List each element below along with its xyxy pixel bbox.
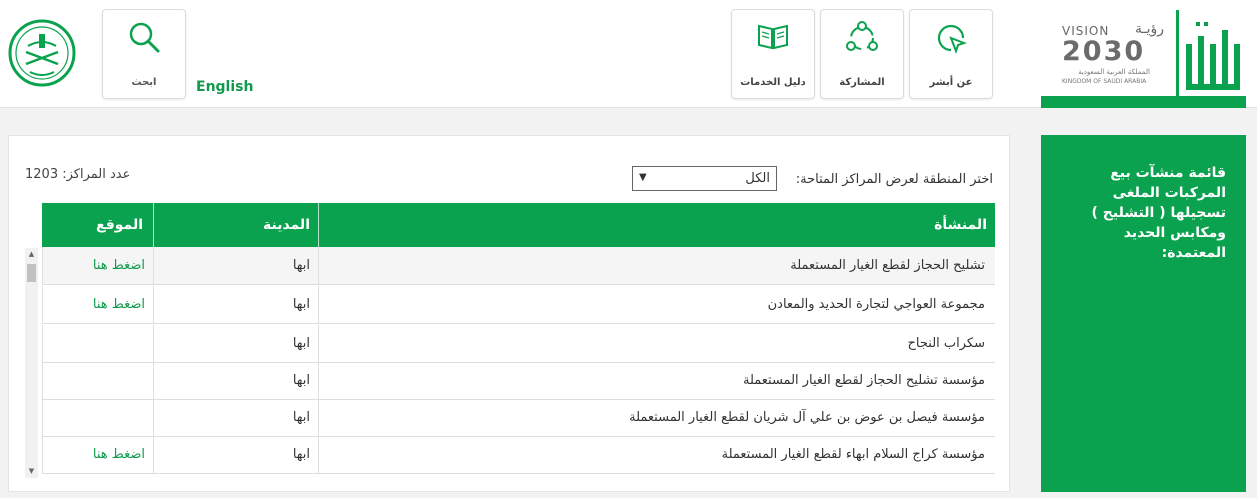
cell-city: ابها — [153, 436, 318, 474]
vision-kingdom-en: KINGDOM OF SAUDI ARABIA — [1062, 78, 1147, 85]
table-row: تشليح الحجاز لقطع الغيار المستعملة ابها … — [42, 247, 995, 285]
header-city: المدينة — [153, 203, 318, 247]
centers-count: عدد المراكز: 1203 — [25, 167, 131, 182]
location-link[interactable]: اضغط هنا — [42, 247, 153, 285]
cell-city: ابها — [153, 286, 318, 324]
cell-city: ابها — [153, 325, 318, 363]
table-row: سكراب النجاح ابها — [42, 325, 995, 363]
sidebar-title: قائمة منشآت بيع المركبات الملغى تسجيلها … — [1091, 165, 1226, 261]
vision-2030-logo: VISION رؤيـة 2030 المملكة العربية السعود… — [1060, 21, 1170, 98]
nav-tile-about-absher[interactable]: عن أبشر — [909, 9, 993, 99]
nav-tile-services-guide[interactable]: دليل الخدمات — [731, 9, 815, 99]
scroll-down-arrow-icon[interactable]: ▼ — [25, 465, 38, 478]
region-select[interactable]: الكل ▼ — [632, 166, 777, 191]
table-header: المنشأة المدينة الموقع — [42, 203, 995, 247]
cell-name: سكراب النجاح — [318, 325, 995, 363]
nav-label-about-absher: عن أبشر — [929, 77, 973, 88]
nav-label-participation: المشاركة — [839, 77, 885, 88]
saudi-emblem-icon — [8, 19, 76, 87]
english-language-link[interactable]: English — [196, 79, 253, 95]
vision-year: 2030 — [1062, 36, 1146, 67]
cell-name: مؤسسة تشليح الحجاز لقطع الغيار المستعملة — [318, 362, 995, 400]
sidebar-header-strip — [1041, 96, 1246, 108]
centers-table: المنشأة المدينة الموقع تشليح الحجاز لقطع… — [42, 203, 995, 493]
centers-panel: اختر المنطقة لعرض المراكز المتاحة: الكل … — [8, 135, 1010, 492]
search-label: ابحث — [131, 77, 157, 88]
chevron-down-icon: ▼ — [639, 172, 647, 183]
sidebar-panel: قائمة منشآت بيع المركبات الملغى تسجيلها … — [1041, 135, 1246, 492]
location-cell — [42, 399, 153, 437]
absher-logo-icon — [1176, 10, 1240, 98]
scroll-up-arrow-icon[interactable]: ▲ — [25, 248, 38, 261]
table-scrollbar[interactable]: ▲ ▼ — [25, 248, 38, 478]
site-header: ابحث English دليل الخدمات المشاركة عن أب… — [0, 0, 1257, 108]
location-link[interactable]: اضغط هنا — [42, 286, 153, 324]
location-cell — [42, 362, 153, 400]
vision-kingdom-ar: المملكة العربية السعودية — [1078, 68, 1150, 76]
region-select-label: اختر المنطقة لعرض المراكز المتاحة: — [795, 172, 993, 187]
cell-city: ابها — [153, 362, 318, 400]
cell-name: مجموعة العواجي لتجارة الحديد والمعادن — [318, 286, 995, 324]
table-row: مؤسسة فيصل بن عوض بن علي آل شريان لقطع ا… — [42, 399, 995, 437]
search-icon — [129, 22, 160, 53]
cursor-icon — [937, 24, 967, 54]
location-cell — [42, 325, 153, 363]
cell-name: مؤسسة كراج السلام ابهاء لقطع الغيار المس… — [318, 436, 995, 474]
nav-tile-participation[interactable]: المشاركة — [820, 9, 904, 99]
cell-name: مؤسسة فيصل بن عوض بن علي آل شريان لقطع ا… — [318, 399, 995, 437]
table-row: مؤسسة كراج السلام ابهاء لقطع الغيار المس… — [42, 436, 995, 474]
region-select-value: الكل — [745, 171, 770, 186]
cell-name: تشليح الحجاز لقطع الغيار المستعملة — [318, 247, 995, 285]
header-location: الموقع — [96, 217, 143, 233]
search-button[interactable]: ابحث — [102, 9, 186, 99]
book-icon — [758, 24, 788, 50]
nav-label-services-guide: دليل الخدمات — [740, 77, 806, 88]
scroll-thumb[interactable] — [27, 264, 36, 282]
vision-arabic: رؤيـة — [1134, 21, 1164, 37]
table-row: مؤسسة تشليح الحجاز لقطع الغيار المستعملة… — [42, 362, 995, 400]
cell-city: ابها — [153, 399, 318, 437]
table-row: مجموعة العواجي لتجارة الحديد والمعادن اب… — [42, 286, 995, 324]
share-icon — [846, 21, 878, 51]
cell-city: ابها — [153, 247, 318, 285]
location-link[interactable]: اضغط هنا — [42, 436, 153, 474]
header-name: المنشأة — [318, 203, 995, 247]
